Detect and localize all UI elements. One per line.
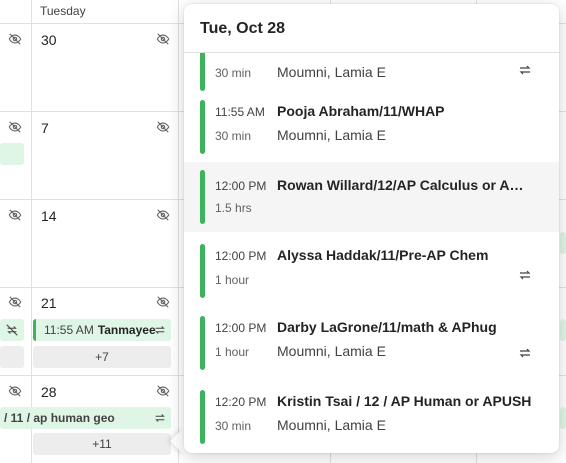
event-time: 11:55 AM: [44, 323, 94, 337]
event-time: 12:20 PM: [215, 395, 267, 409]
eye-off-icon[interactable]: [8, 295, 22, 309]
eye-off-icon[interactable]: [156, 120, 170, 134]
event-chip-ap-human-geo[interactable]: / 11 / ap human geo: [0, 407, 171, 429]
event-duration: 30 min: [215, 66, 252, 80]
eye-off-icon[interactable]: [8, 208, 22, 222]
day-events-popup: Tue, Oct 28 30 min Moumni, Lamia E 11:55…: [184, 4, 559, 453]
popup-event-list[interactable]: 30 min Moumni, Lamia E 11:55 AM 30 min P…: [184, 53, 559, 453]
eye-off-icon[interactable]: [156, 208, 170, 222]
event-chip-monday-week4[interactable]: [0, 319, 24, 341]
date-number[interactable]: 14: [41, 208, 57, 224]
event-title: Darby LaGrone/11/math & APhug: [277, 319, 497, 335]
date-number[interactable]: 30: [41, 32, 57, 48]
eye-off-icon[interactable]: [8, 120, 22, 134]
repeat-off-icon: [5, 323, 19, 337]
column-divider: [31, 0, 32, 463]
event-chip-tanmayee[interactable]: 11:55 AM Tanmayee: [33, 319, 171, 341]
event-time: 11:55 AM: [215, 105, 265, 119]
event-color-bar: [200, 53, 205, 91]
event-time: 12:00 PM: [215, 321, 267, 335]
event-duration: 30 min: [215, 129, 252, 143]
event-duration: 1 hour: [215, 345, 250, 359]
event-time: 12:00 PM: [215, 249, 267, 263]
event-color-bar: [200, 390, 205, 444]
event-name: / 11 / ap human geo: [4, 411, 115, 425]
event-item[interactable]: 12:00 PM 1 hour Alyssa Haddak/11/Pre-AP …: [184, 236, 559, 306]
event-chip-partial[interactable]: [560, 232, 566, 254]
eye-off-icon[interactable]: [156, 32, 170, 46]
repeat-icon: [517, 62, 533, 78]
event-time: 12:00 PM: [215, 179, 267, 193]
event-item[interactable]: 12:00 PM 1 hour Darby LaGrone/11/math & …: [184, 308, 559, 378]
eye-off-icon[interactable]: [156, 295, 170, 309]
eye-off-icon[interactable]: [8, 32, 22, 46]
event-organizer: Moumni, Lamia E: [277, 127, 386, 143]
date-number[interactable]: 7: [41, 120, 49, 136]
event-chip-monday-week2[interactable]: [0, 143, 24, 165]
repeat-icon: [517, 345, 533, 361]
event-title: Pooja Abraham/11/WHAP: [277, 103, 445, 119]
event-chip-partial[interactable]: [560, 319, 566, 341]
event-title: Alyssa Haddak/11/Pre-AP Chem: [277, 247, 489, 263]
event-organizer: Moumni, Lamia E: [277, 343, 386, 359]
event-duration: 30 min: [215, 419, 252, 433]
event-duration: 1.5 hrs: [215, 201, 252, 215]
event-duration: 1 hour: [215, 273, 250, 287]
event-item[interactable]: 12:20 PM 30 min Kristin Tsai / 12 / AP H…: [184, 382, 559, 452]
event-color-bar: [200, 100, 205, 154]
repeat-icon: [153, 411, 167, 425]
event-item[interactable]: 12:00 PM 1.5 hrs Rowan Willard/12/AP Cal…: [184, 162, 559, 232]
event-title: Kristin Tsai / 12 / AP Human or APUSH: [277, 393, 532, 409]
event-item[interactable]: 11:55 AM 30 min Pooja Abraham/11/WHAP Mo…: [184, 92, 559, 162]
more-events-monday[interactable]: [0, 346, 24, 368]
popup-title: Tue, Oct 28: [200, 20, 286, 37]
event-name: Tanmayee: [97, 323, 156, 337]
repeat-icon: [517, 267, 533, 283]
repeat-icon: [153, 323, 167, 337]
date-number[interactable]: 21: [41, 295, 57, 311]
more-events-button[interactable]: +7: [33, 346, 171, 368]
column-divider: [178, 0, 179, 463]
event-organizer: Moumni, Lamia E: [277, 417, 386, 433]
event-chip-partial[interactable]: [560, 407, 566, 429]
event-color-bar: [200, 170, 205, 224]
event-color-bar: [200, 316, 205, 370]
eye-off-icon[interactable]: [156, 384, 170, 398]
event-organizer: Moumni, Lamia E: [277, 64, 386, 80]
event-title: Rowan Willard/12/AP Calculus or AP P...: [277, 177, 532, 193]
date-number[interactable]: 28: [41, 384, 57, 400]
eye-off-icon[interactable]: [8, 384, 22, 398]
day-header-tuesday: Tuesday: [40, 4, 86, 18]
event-color-bar: [200, 244, 205, 298]
more-events-button[interactable]: +11: [33, 433, 171, 455]
